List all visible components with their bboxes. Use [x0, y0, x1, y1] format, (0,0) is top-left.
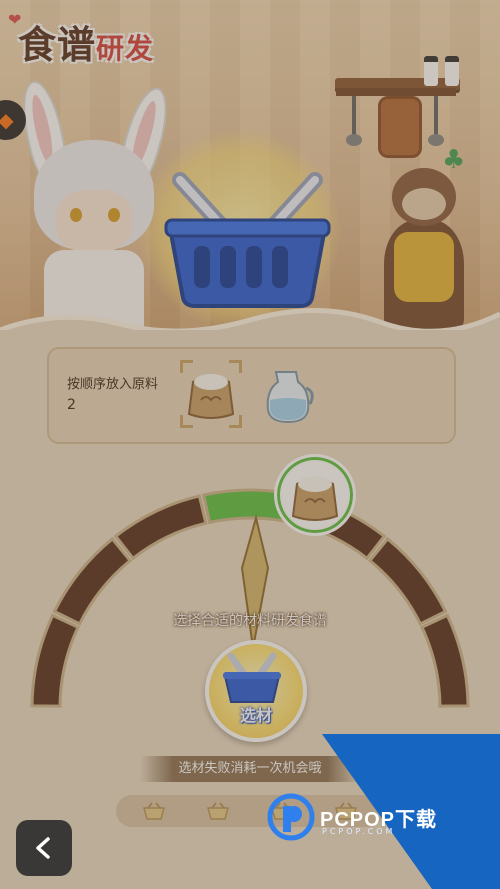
recipe-instruction: 按顺序放入原料: [67, 377, 159, 392]
watermark-logo-icon: [267, 793, 315, 841]
ingredient-slot-1: [180, 360, 242, 428]
cutting-board-icon: [378, 96, 422, 158]
utensil-rack: [336, 88, 456, 96]
back-arrow-icon: [36, 837, 50, 859]
watermark-small-text: PCPOP.COM: [322, 827, 396, 836]
milk-jug-icon: [266, 371, 314, 424]
title-main: 食谱: [18, 23, 97, 67]
current-ingredient-bubble[interactable]: [274, 454, 356, 536]
attempt-basket-icon: [205, 802, 231, 820]
shopping-basket-icon: [164, 172, 331, 308]
spice-jar-icon: [424, 56, 438, 86]
recipe-card: 按顺序放入原料 2: [47, 347, 456, 444]
bunny-girl-character: [8, 77, 183, 330]
selection-prompt: 选择合适的材料研发食谱: [173, 613, 327, 629]
select-button-label: 选材: [239, 706, 272, 725]
spatula-icon: [346, 96, 362, 146]
select-ingredient-button[interactable]: 选材: [205, 640, 307, 742]
back-button[interactable]: [16, 820, 72, 876]
gauge-segment: [113, 494, 208, 561]
basket-icon: [223, 652, 281, 703]
spice-jar-icon: [445, 56, 459, 86]
flour-sack-icon: [291, 476, 339, 521]
ladle-icon: [428, 96, 444, 146]
title-sub: 研发: [96, 32, 155, 65]
flour-sack-icon: [187, 374, 235, 419]
kitchen-scene: ♣ ❤ 食谱研发 ◆: [0, 0, 500, 330]
page-title: 食谱研发: [18, 14, 154, 69]
attempt-basket-icon: [141, 802, 167, 820]
recipe-count: 2: [67, 397, 76, 413]
